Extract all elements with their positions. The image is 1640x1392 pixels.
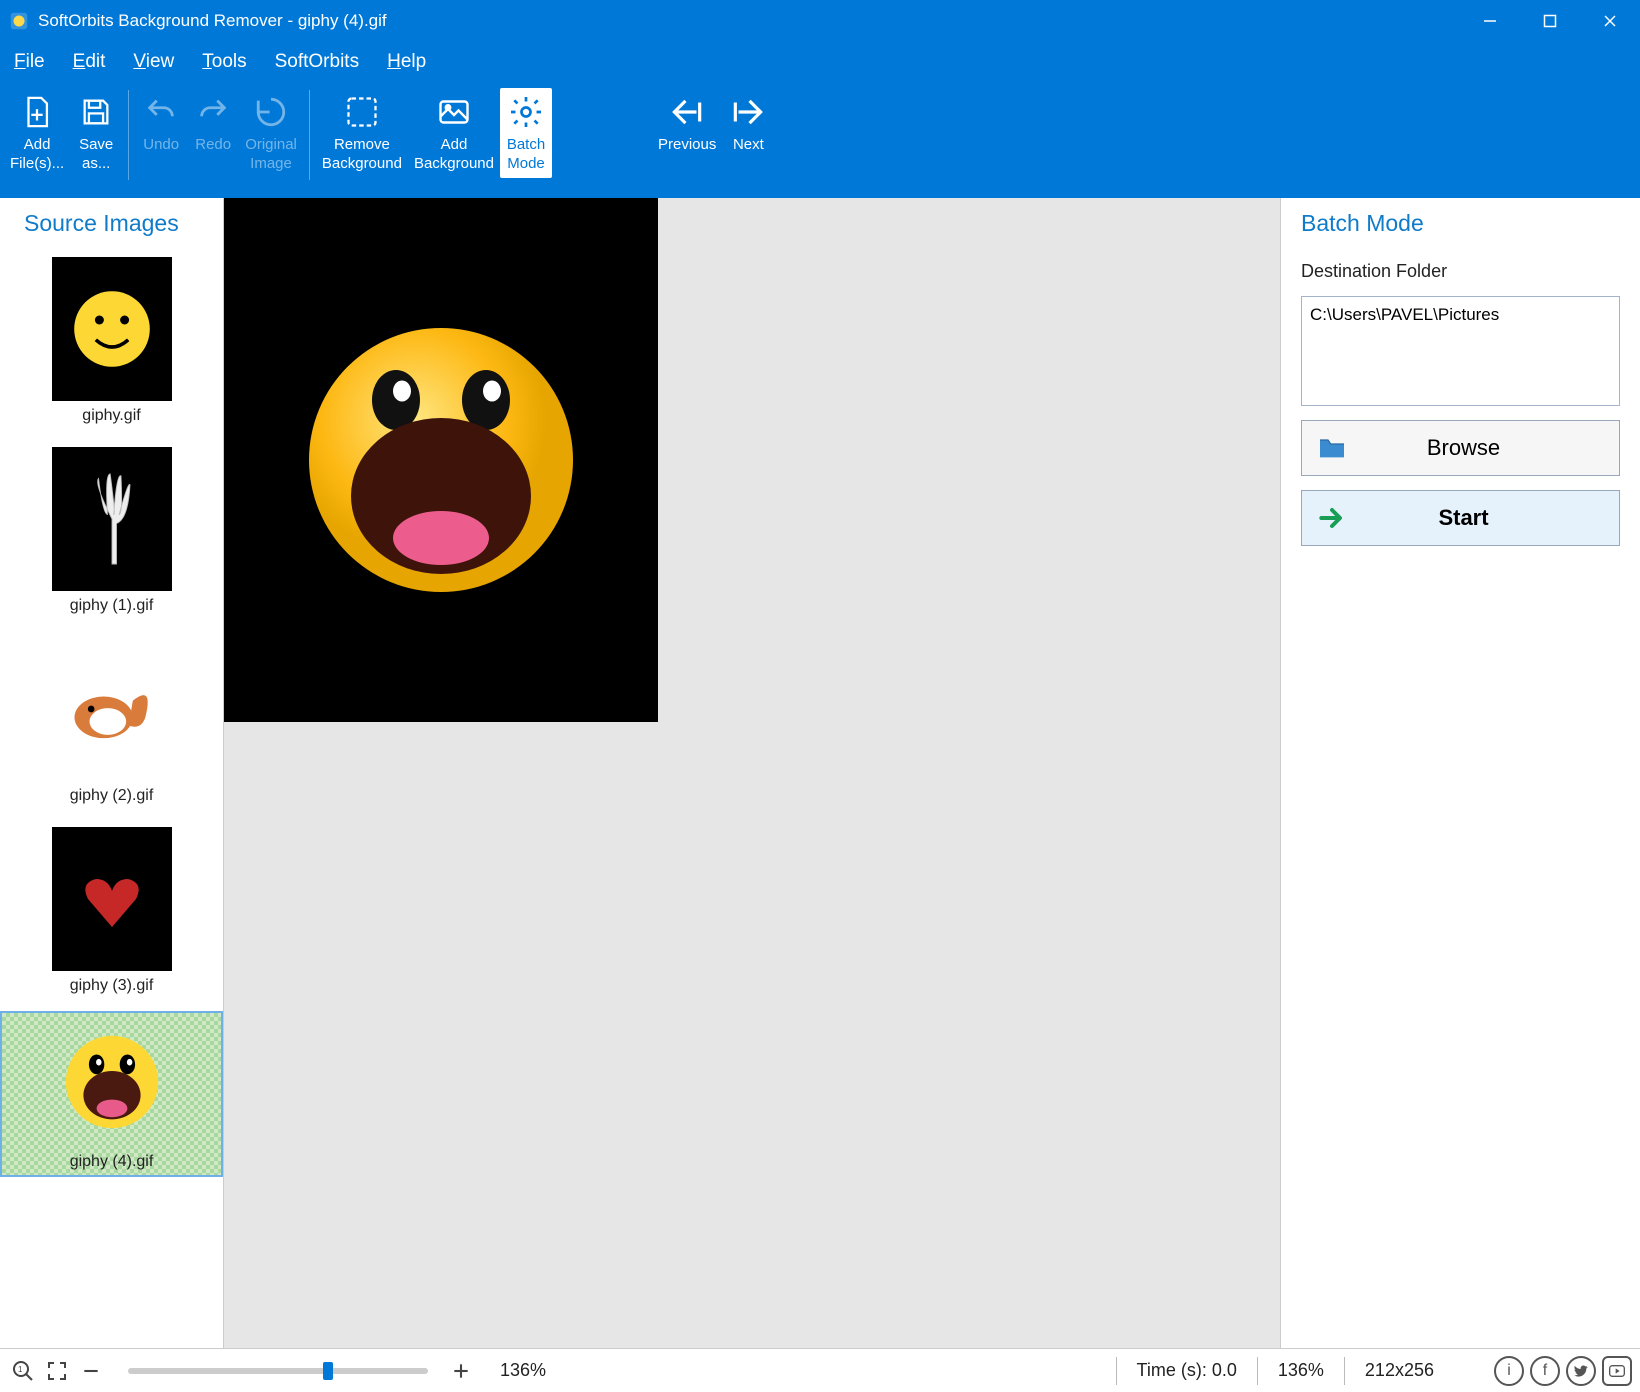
batch-mode-title: Batch Mode [1301,210,1620,237]
next-label: Next [733,136,764,155]
folder-icon [1314,430,1350,466]
zoom-percent-label: 136% [480,1360,566,1381]
batch-mode-label: BatchMode [507,136,545,174]
browse-button[interactable]: Browse [1301,420,1620,476]
add-bg-icon [434,92,474,132]
redo-label: Redo [195,136,231,155]
undo-label: Undo [143,136,179,155]
batch-mode-panel: Batch Mode Destination Folder Browse Sta… [1280,198,1640,1348]
thumbnail-image [52,447,172,591]
thumbnail-item[interactable]: giphy (3).gif [0,821,223,1001]
redo-button: Redo [187,88,239,159]
zoom-slider[interactable] [128,1368,428,1374]
menu-help[interactable]: Help [387,51,426,73]
image-dimensions-label: 212x256 [1345,1360,1494,1381]
next-button[interactable]: Next [722,88,774,159]
main-content: Source Images giphy.gif giphy (1).gif [0,198,1640,1348]
toolbar: AddFile(s)... Saveas... Undo Redo Origin… [0,82,1640,198]
thumbnail-item[interactable]: giphy (1).gif [0,441,223,621]
arrow-right-icon [1314,500,1350,536]
youtube-icon[interactable] [1602,1356,1632,1386]
zoom-out-button[interactable] [76,1356,106,1386]
add-bg-label: AddBackground [414,136,494,174]
canvas-image [224,198,658,722]
remove-bg-icon [342,92,382,132]
source-images-list: giphy.gif giphy (1).gif giphy (2).gif [0,247,223,1348]
facebook-icon[interactable]: f [1530,1356,1560,1386]
previous-label: Previous [658,136,716,155]
menu-softorbits[interactable]: SoftOrbits [275,51,359,73]
title-bar: SoftOrbits Background Remover - giphy (4… [0,0,1640,42]
thumbnail-image [32,1017,192,1147]
menu-edit[interactable]: Edit [73,51,106,73]
source-images-title: Source Images [0,198,223,247]
previous-button[interactable]: Previous [652,88,722,159]
zoom-slider-knob[interactable] [323,1362,333,1380]
arrow-right-icon [728,92,768,132]
gear-icon [506,92,546,132]
thumbnail-image [52,637,172,781]
source-images-panel: Source Images giphy.gif giphy (1).gif [0,198,224,1348]
social-links: i f [1494,1356,1632,1386]
destination-folder-input[interactable] [1301,296,1620,406]
add-files-label: AddFile(s)... [10,136,64,174]
remove-bg-label: RemoveBackground [322,136,402,174]
info-icon[interactable]: i [1494,1356,1524,1386]
thumbnail-item[interactable]: giphy (2).gif [0,631,223,811]
start-button[interactable]: Start [1301,490,1620,546]
twitter-icon[interactable] [1566,1356,1596,1386]
thumbnail-label: giphy (4).gif [70,1153,154,1171]
batch-mode-button[interactable]: BatchMode [500,88,552,178]
original-image-button: OriginalImage [239,88,303,178]
thumbnail-label: giphy.gif [82,407,140,425]
start-button-label: Start [1360,505,1607,531]
thumbnail-label: giphy (2).gif [70,787,154,805]
menu-file[interactable]: File [14,51,45,73]
svg-text:1: 1 [18,1365,23,1374]
add-files-button[interactable]: AddFile(s)... [4,88,70,178]
save-as-label: Saveas... [79,136,113,174]
minimize-button[interactable] [1460,0,1520,42]
thumbnail-item[interactable]: giphy.gif [0,251,223,431]
canvas-area[interactable] [224,198,1280,1348]
history-icon [251,92,291,132]
window-title: SoftOrbits Background Remover - giphy (4… [38,11,1460,31]
redo-icon [193,92,233,132]
undo-icon [141,92,181,132]
time-label: Time (s): 0.0 [1117,1360,1257,1381]
menu-tools[interactable]: Tools [202,51,246,73]
thumbnail-label: giphy (3).gif [70,977,154,995]
maximize-button[interactable] [1520,0,1580,42]
add-file-icon [17,92,57,132]
zoom-in-button[interactable] [446,1356,476,1386]
menu-bar: File Edit View Tools SoftOrbits Help [0,42,1640,82]
status-bar: 1 136% Time (s): 0.0 136% 212x256 i f [0,1348,1640,1392]
zoom-percent-label-2: 136% [1258,1360,1344,1381]
toolbar-separator [128,90,129,180]
arrow-left-icon [667,92,707,132]
menu-view[interactable]: View [133,51,174,73]
destination-folder-label: Destination Folder [1301,261,1620,282]
thumbnail-item[interactable]: giphy (4).gif [0,1011,223,1177]
thumbnail-label: giphy (1).gif [70,597,154,615]
browse-button-label: Browse [1360,435,1607,461]
save-as-button[interactable]: Saveas... [70,88,122,178]
thumbnail-image [52,257,172,401]
remove-background-button[interactable]: RemoveBackground [316,88,408,178]
undo-button: Undo [135,88,187,159]
save-icon [76,92,116,132]
zoom-actual-button[interactable]: 1 [8,1356,38,1386]
app-icon [8,10,30,32]
toolbar-separator [309,90,310,180]
menu-file-rest: ile [26,51,45,72]
add-background-button[interactable]: AddBackground [408,88,500,178]
close-button[interactable] [1580,0,1640,42]
thumbnail-image [52,827,172,971]
original-image-label: OriginalImage [245,136,297,174]
zoom-fit-button[interactable] [42,1356,72,1386]
